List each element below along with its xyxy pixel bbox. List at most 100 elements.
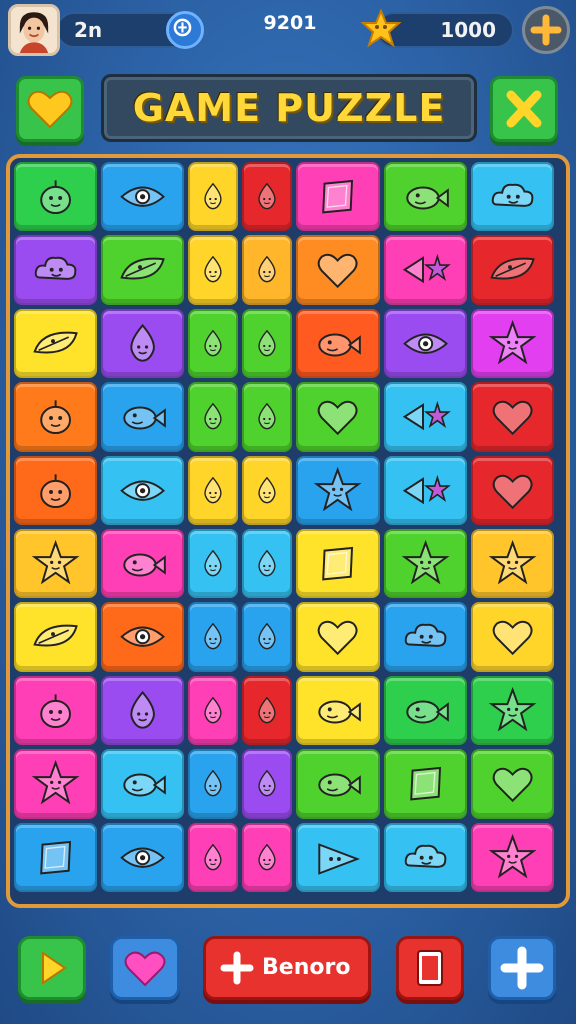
game-tile[interactable] [296, 235, 380, 305]
game-tile[interactable] [14, 308, 98, 379]
game-tile[interactable] [101, 822, 185, 892]
game-tile[interactable] [296, 382, 380, 452]
add-button[interactable] [488, 936, 556, 1000]
game-tile[interactable] [14, 749, 98, 819]
game-tile[interactable] [383, 308, 467, 379]
game-tile[interactable] [470, 822, 554, 892]
triangle-star-icon [402, 401, 451, 431]
game-tile[interactable] [296, 308, 380, 379]
game-tile[interactable] [188, 455, 239, 525]
game-tile[interactable] [188, 235, 239, 305]
game-tile[interactable] [14, 455, 98, 525]
game-tile[interactable] [296, 162, 380, 232]
fish-icon [318, 333, 362, 357]
game-tile[interactable] [101, 382, 185, 452]
lives-button[interactable] [16, 76, 84, 142]
leaf-icon [490, 258, 535, 280]
game-tile[interactable] [188, 529, 239, 599]
game-tile[interactable] [188, 749, 239, 819]
drop-icon [258, 769, 276, 797]
star-icon [314, 466, 362, 512]
eye-icon [120, 626, 166, 648]
game-tile[interactable] [101, 675, 185, 746]
close-button[interactable] [490, 76, 558, 142]
heart-icon [317, 621, 358, 656]
game-tile[interactable] [101, 235, 185, 305]
game-tile[interactable] [383, 822, 467, 892]
game-tile[interactable] [296, 602, 380, 672]
fish-icon [405, 186, 449, 210]
game-tile[interactable] [296, 822, 380, 892]
heart-icon [27, 90, 73, 129]
game-tile[interactable] [383, 749, 467, 819]
page-title: GAME PUZZLE [132, 86, 446, 130]
game-tile[interactable] [242, 749, 293, 819]
game-tile[interactable] [188, 822, 239, 892]
eye-icon [402, 333, 448, 354]
game-tile[interactable] [101, 308, 185, 379]
main-action-button[interactable]: Benoro [203, 936, 371, 1000]
game-tile[interactable] [470, 455, 554, 525]
game-tile[interactable] [383, 529, 467, 599]
game-tile[interactable] [242, 675, 293, 746]
game-tile[interactable] [101, 162, 185, 232]
close-icon [506, 90, 542, 128]
game-tile[interactable] [242, 455, 293, 525]
game-tile[interactable] [101, 455, 185, 525]
game-tile[interactable] [101, 749, 185, 819]
leaf-icon [120, 258, 166, 280]
game-tile[interactable] [296, 749, 380, 819]
blob-icon [40, 180, 71, 215]
game-tile[interactable] [101, 529, 185, 599]
blob-icon [40, 694, 71, 728]
game-tile[interactable] [470, 675, 554, 746]
game-tile[interactable] [14, 162, 98, 232]
player-avatar[interactable] [8, 4, 60, 56]
game-tile[interactable] [188, 308, 239, 379]
game-tile[interactable] [470, 308, 554, 379]
play-button[interactable] [18, 936, 86, 1000]
game-tile[interactable] [242, 235, 293, 305]
card-button[interactable] [396, 936, 464, 1000]
game-tile[interactable] [14, 675, 98, 746]
drop-icon [204, 623, 223, 650]
game-tile[interactable] [383, 162, 467, 232]
add-coins-button[interactable] [522, 6, 570, 54]
game-tile[interactable] [101, 602, 185, 672]
game-tile[interactable] [14, 382, 98, 452]
game-tile[interactable] [470, 235, 554, 305]
game-tile[interactable] [383, 602, 467, 672]
avatar-face-icon [11, 7, 57, 53]
game-tile[interactable] [242, 529, 293, 599]
game-tile[interactable] [188, 675, 239, 746]
game-tile[interactable] [14, 529, 98, 599]
game-tile[interactable] [242, 308, 293, 379]
game-tile[interactable] [383, 235, 467, 305]
game-tile[interactable] [14, 235, 98, 305]
game-tile[interactable] [470, 602, 554, 672]
game-tile[interactable] [296, 529, 380, 599]
game-tile[interactable] [470, 382, 554, 452]
game-tile[interactable] [383, 675, 467, 746]
game-tile[interactable] [470, 749, 554, 819]
game-tile[interactable] [14, 822, 98, 892]
game-tile[interactable] [188, 382, 239, 452]
game-tile[interactable] [242, 162, 293, 232]
game-tile[interactable] [296, 455, 380, 525]
game-tile[interactable] [470, 529, 554, 599]
game-tile[interactable] [188, 162, 239, 232]
game-tile[interactable] [383, 455, 467, 525]
drop-icon [258, 549, 276, 577]
game-tile[interactable] [188, 602, 239, 672]
game-tile[interactable] [296, 675, 380, 746]
game-tile[interactable] [470, 162, 554, 232]
leaf-icon [33, 331, 78, 354]
game-tile[interactable] [242, 822, 293, 892]
star-icon [31, 539, 80, 585]
game-tile[interactable] [14, 602, 98, 672]
favorite-button[interactable] [110, 936, 180, 1000]
game-tile[interactable] [383, 382, 467, 452]
level-badge-icon[interactable] [166, 11, 204, 49]
game-tile[interactable] [242, 602, 293, 672]
game-tile[interactable] [242, 382, 293, 452]
